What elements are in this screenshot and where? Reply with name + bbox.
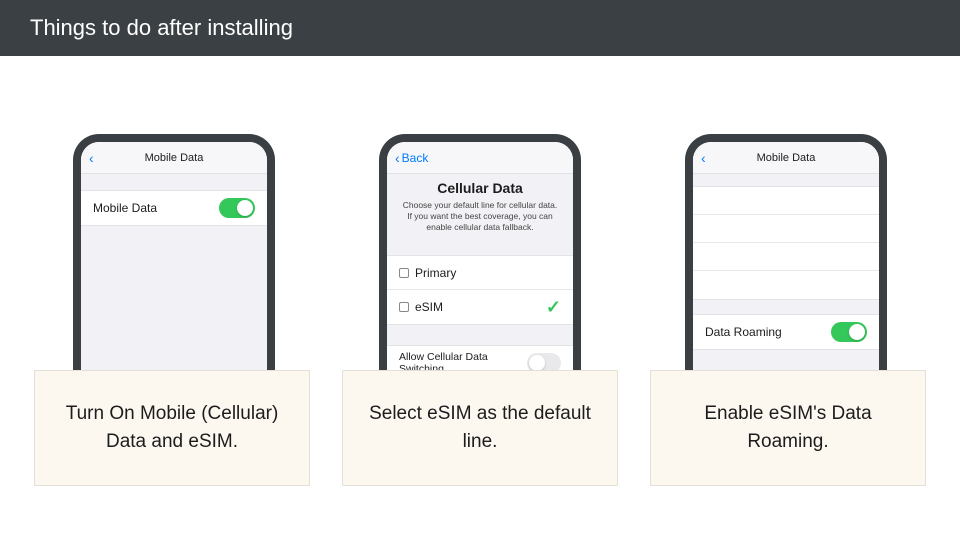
- table-row: [693, 271, 879, 299]
- back-button[interactable]: ‹: [89, 151, 96, 165]
- chevron-left-icon: ‹: [395, 151, 400, 165]
- mobile-data-toggle[interactable]: [219, 198, 255, 218]
- checkmark-icon: ✓: [546, 297, 561, 318]
- back-label: Back: [402, 151, 429, 165]
- sim-badge-icon: [399, 302, 409, 312]
- phones-row: ‹ Mobile Data Mobile Data: [0, 56, 960, 372]
- nav-title: Mobile Data: [145, 152, 204, 164]
- phone-mockup-2: ‹ Back Cellular Data Choose your default…: [379, 134, 581, 372]
- back-button[interactable]: ‹: [701, 151, 708, 165]
- row-label: Data Roaming: [705, 325, 782, 339]
- navbar: ‹ Back: [387, 142, 573, 174]
- step-2: ‹ Back Cellular Data Choose your default…: [355, 134, 605, 372]
- mobile-data-row[interactable]: Mobile Data: [81, 191, 267, 225]
- option-primary[interactable]: Primary: [387, 256, 573, 290]
- phone-mockup-1: ‹ Mobile Data Mobile Data: [73, 134, 275, 372]
- navbar: ‹ Mobile Data: [693, 142, 879, 174]
- screen-title: Cellular Data: [387, 180, 573, 196]
- table-row: [693, 187, 879, 215]
- table-row: [693, 243, 879, 271]
- navbar: ‹ Mobile Data: [81, 142, 267, 174]
- line-options-group: Primary eSIM ✓: [387, 255, 573, 325]
- page-title: Things to do after installing: [30, 15, 293, 41]
- roaming-toggle[interactable]: [831, 322, 867, 342]
- phone-mockup-3: ‹ Mobile Data Data Roaming: [685, 134, 887, 372]
- switching-group: Allow Cellular Data Switching: [387, 345, 573, 372]
- blank-group: [693, 186, 879, 300]
- roaming-group: Data Roaming: [693, 314, 879, 350]
- nav-title: Mobile Data: [757, 152, 816, 164]
- page-header: Things to do after installing: [0, 0, 960, 56]
- step-3: ‹ Mobile Data Data Roaming: [661, 134, 911, 372]
- allow-switching-row[interactable]: Allow Cellular Data Switching: [387, 346, 573, 372]
- caption-2: Select eSIM as the default line.: [342, 370, 618, 486]
- screen-subtitle: Choose your default line for cellular da…: [387, 196, 573, 233]
- option-label: Primary: [415, 266, 456, 280]
- caption-1: Turn On Mobile (Cellular) Data and eSIM.: [34, 370, 310, 486]
- chevron-left-icon: ‹: [89, 151, 94, 165]
- data-roaming-row[interactable]: Data Roaming: [693, 315, 879, 349]
- row-label: Allow Cellular Data Switching: [399, 351, 527, 372]
- row-label: Mobile Data: [93, 201, 157, 215]
- option-label: eSIM: [415, 300, 443, 314]
- table-row: [693, 215, 879, 243]
- back-button[interactable]: ‹ Back: [395, 151, 428, 165]
- option-esim[interactable]: eSIM ✓: [387, 290, 573, 324]
- step-1: ‹ Mobile Data Mobile Data: [49, 134, 299, 372]
- captions-row: Turn On Mobile (Cellular) Data and eSIM.…: [0, 370, 960, 486]
- settings-group: Mobile Data: [81, 190, 267, 226]
- chevron-left-icon: ‹: [701, 151, 706, 165]
- caption-3: Enable eSIM's Data Roaming.: [650, 370, 926, 486]
- sim-badge-icon: [399, 268, 409, 278]
